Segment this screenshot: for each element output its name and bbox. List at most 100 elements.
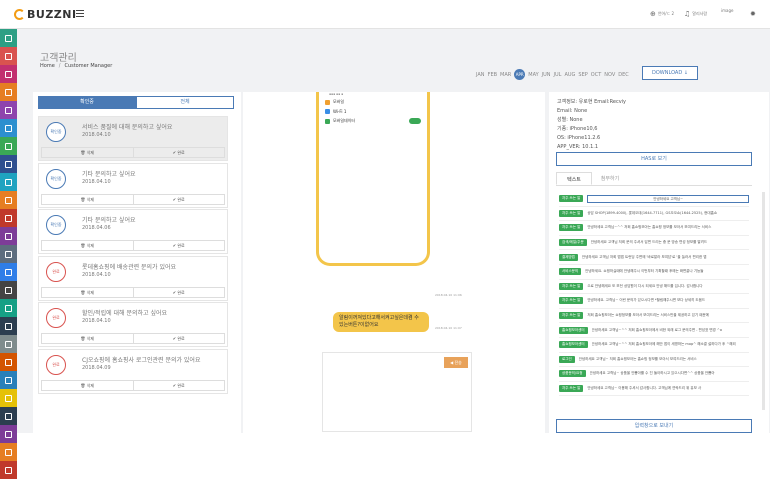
- history-button[interactable]: HAS로 보기: [556, 152, 752, 166]
- complete-button[interactable]: ✔ 완료: [132, 194, 225, 204]
- month-jun[interactable]: JUN: [542, 72, 551, 78]
- sidebar-item-17[interactable]: [0, 317, 17, 335]
- brand-name: BUZZNI: [27, 8, 77, 21]
- sidebar-item-3[interactable]: [0, 65, 17, 83]
- macro-row[interactable]: 자주 쓰는 말 안녕하세요. 고객님~ 이런 문의가 있으시다면 *할림해주시면 …: [559, 294, 749, 309]
- delete-button[interactable]: 🗑 삭제: [42, 288, 133, 297]
- download-button[interactable]: DOWNLOAD ↓: [642, 66, 698, 80]
- list-item[interactable]: 확인중 기타 문의하고 싶어요 2018.04.10 🗑 삭제 ✔ 완료: [38, 162, 228, 208]
- sidebar-item-15[interactable]: [0, 281, 17, 299]
- month-sep[interactable]: SEP: [578, 72, 587, 78]
- delete-button[interactable]: 🗑 삭제: [42, 381, 133, 390]
- sidebar-item-11[interactable]: [0, 209, 17, 227]
- logo-icon: [14, 9, 25, 20]
- inquiry-date: 2018.04.10: [82, 318, 111, 324]
- sidebar-icon: [5, 394, 12, 402]
- sidebar-item-4[interactable]: [0, 83, 17, 101]
- sidebar-item-20[interactable]: [0, 371, 17, 389]
- macro-row[interactable]: 자주 쓰는 말 안녕하세요 고객님~: [559, 192, 749, 207]
- sidebar-item-16[interactable]: [0, 299, 17, 317]
- sidebar-item-19[interactable]: [0, 353, 17, 371]
- macro-tag: 서비스문의: [559, 268, 582, 276]
- sidebar-item-25[interactable]: [0, 461, 17, 479]
- month-apr[interactable]: APR: [514, 69, 526, 80]
- delete-button[interactable]: 🗑 삭제: [42, 195, 133, 204]
- avatar[interactable]: image: [721, 8, 733, 13]
- complete-button[interactable]: ✔ 완료: [132, 241, 225, 250]
- macro-row[interactable]: 홈쇼핑모아센터 안녕하세요 고객님~^^ 저희 홈쇼핑모아에서 비한 외래 로그 …: [559, 323, 749, 338]
- macro-row[interactable]: 홈쇼핑모아센터 안녕하세요 고객님~^^ 저희 홈쇼핑모아에 해안 앱이 세명하는…: [559, 338, 749, 353]
- sidebar-item-23[interactable]: [0, 425, 17, 443]
- sidebar-item-14[interactable]: [0, 263, 17, 281]
- sidebar-item-12[interactable]: [0, 227, 17, 245]
- sidebar-item-18[interactable]: [0, 335, 17, 353]
- macro-row[interactable]: 서비스문의 안녕하세요. 쇼핑하실때에 안녕해주시 이번부터 기획할때 후에는 화…: [559, 265, 749, 280]
- language-menu[interactable]: ⊕ 언어/ㄷ 2: [650, 10, 674, 18]
- breadcrumb-home[interactable]: Home: [40, 63, 55, 69]
- month-feb[interactable]: FEB: [488, 72, 497, 78]
- sidebar-item-22[interactable]: [0, 407, 17, 425]
- list-item[interactable]: 확인중 서비스 품질에 대해 문의하고 싶어요 2018.04.10 🗑 삭제 ✔ 완료: [38, 116, 228, 161]
- brand-logo[interactable]: BUZZNI: [14, 8, 77, 21]
- sidebar-item-7[interactable]: [0, 137, 17, 155]
- month-may[interactable]: MAY: [528, 72, 538, 78]
- sidebar-item-1[interactable]: [0, 29, 17, 47]
- macro-row[interactable]: 자주 쓰는 말 안녕하세요 고객님~ 이용해 주셔서 감사합니다. 고객님께 연락…: [559, 382, 749, 397]
- complete-button[interactable]: ✔ 완료: [132, 287, 225, 297]
- macro-row[interactable]: 자주 쓰는 말 상담 SHOP(1899-4000), 롯데오데(1644-771…: [559, 207, 749, 222]
- sidebar-item-2[interactable]: [0, 47, 17, 65]
- complete-button[interactable]: ✔ 완료: [132, 148, 225, 157]
- macro-text: 안녕하세요 고객님 저희 문의 주셔서 답변 드리는 중 문 방송 편성 정보를…: [590, 240, 708, 245]
- macro-row[interactable]: 로그인 안녕하세요 고객님~ 저희 홈쇼핑모아는 홈쇼핑 정보를 모아서 보여드리…: [559, 353, 749, 368]
- month-jul[interactable]: JUL: [554, 72, 562, 78]
- macro-text: 안녕하세요. 쇼핑하실때에 안녕해주시 이번부터 기획할때 후에는 화면끝나 기…: [585, 269, 704, 274]
- sidebar-item-24[interactable]: [0, 443, 17, 461]
- reply-input[interactable]: ◀ 전송: [322, 352, 472, 432]
- tab-pending[interactable]: 확인중: [38, 96, 136, 109]
- macro-scrollbar[interactable]: [762, 192, 765, 410]
- send-to-input-button[interactable]: 입력창으로 보내기: [556, 419, 752, 433]
- screenshot-attachment[interactable]: ▪▪▪ ▪▪ ▪ 모바일 Wi-Fi 1 모바일데이터: [316, 92, 430, 266]
- month-oct[interactable]: OCT: [591, 72, 601, 78]
- sidebar-item-10[interactable]: [0, 191, 17, 209]
- month-nov[interactable]: NOV: [604, 72, 615, 78]
- sidebar-item-9[interactable]: [0, 173, 17, 191]
- list-item[interactable]: 완료 CJ오쇼핑에 홈쇼핑사 로그인관련 문의가 있어요 2018.04.09 🗑 삭…: [38, 348, 228, 394]
- macro-row[interactable]: 자주 쓰는 말 안녕하세요 고객님~^^ 저희 홈쇼핑모아는 홈쇼핑 정보를 모아…: [559, 221, 749, 236]
- sidebar-icon: [5, 160, 12, 168]
- sidebar-item-21[interactable]: [0, 389, 17, 407]
- delete-button[interactable]: 🗑 삭제: [42, 241, 133, 250]
- menu-toggle-icon[interactable]: [76, 10, 84, 17]
- macro-text: 안녕하세요 고객님~^^ 저희 홈쇼핑모아에서 비한 외래 로그 문의주면 - …: [591, 327, 722, 332]
- list-item[interactable]: 완료 롯데홈쇼핑에 배송관련 문의가 있어요 2018.04.10 🗑 삭제 ✔ 완료: [38, 255, 228, 301]
- sidebar-item-6[interactable]: [0, 119, 17, 137]
- alerts-menu[interactable]: ♫ 알리사람: [684, 10, 707, 18]
- list-item[interactable]: 확인중 기타 문의하고 싶어요 2018.04.06 🗑 삭제 ✔ 완료: [38, 209, 228, 254]
- sidebar-item-5[interactable]: [0, 101, 17, 119]
- tab-attach[interactable]: 첨부하기: [592, 172, 628, 185]
- tab-all[interactable]: 전체: [136, 96, 234, 109]
- sidebar-icon: [5, 268, 12, 276]
- month-jan[interactable]: JAN: [476, 72, 485, 78]
- complete-label: 완료: [177, 382, 185, 388]
- main-content: 고객관리 Home / Customer Manager JAN FEB MAR APR M…: [17, 29, 770, 437]
- sidebar-item-8[interactable]: [0, 155, 17, 173]
- delete-button[interactable]: 🗑 삭제: [42, 148, 133, 157]
- macro-row[interactable]: 결제방법 안녕하세요 고객님 저희 앱앱 트런딩 주면에 '바로알라 보여담'로 …: [559, 250, 749, 265]
- send-button[interactable]: ◀ 전송: [444, 357, 468, 368]
- sidebar-item-13[interactable]: [0, 245, 17, 263]
- month-mar[interactable]: MAR: [500, 72, 511, 78]
- macro-row[interactable]: 자주 쓰는 말 저희 홈쇼핑모아는 쇼핑정보를 모아서 보여드리는 서비스만을 제…: [559, 309, 749, 324]
- macro-row[interactable]: 자주 쓰는 말 으로 안녕해세요 또 보던 상담원이 다시 되세요 안녕 해드를 …: [559, 280, 749, 295]
- month-dec[interactable]: DEC: [618, 72, 629, 78]
- list-item[interactable]: 완료 할인/적립에 대해 문의하고 싶어요 2018.04.10 🗑 삭제 ✔ 완료: [38, 302, 228, 347]
- macro-row[interactable]: 검색/메일/주문 안녕하세요 고객님 저희 문의 주셔서 답변 드리는 중 문 방…: [559, 236, 749, 251]
- sidebar-icon: [5, 358, 12, 366]
- settings-button[interactable]: ✹: [750, 10, 756, 18]
- delete-button[interactable]: 🗑 삭제: [42, 334, 133, 343]
- complete-button[interactable]: ✔ 완료: [132, 334, 225, 343]
- tab-text[interactable]: 텍스트: [556, 172, 592, 185]
- month-aug[interactable]: AUG: [564, 72, 575, 78]
- complete-button[interactable]: ✔ 완료: [132, 380, 225, 390]
- macro-row[interactable]: 상품문의/요청 안녕하세요 고객님~ 상품을 안뽑아를 수 진 돌아하시고 있으시…: [559, 367, 749, 382]
